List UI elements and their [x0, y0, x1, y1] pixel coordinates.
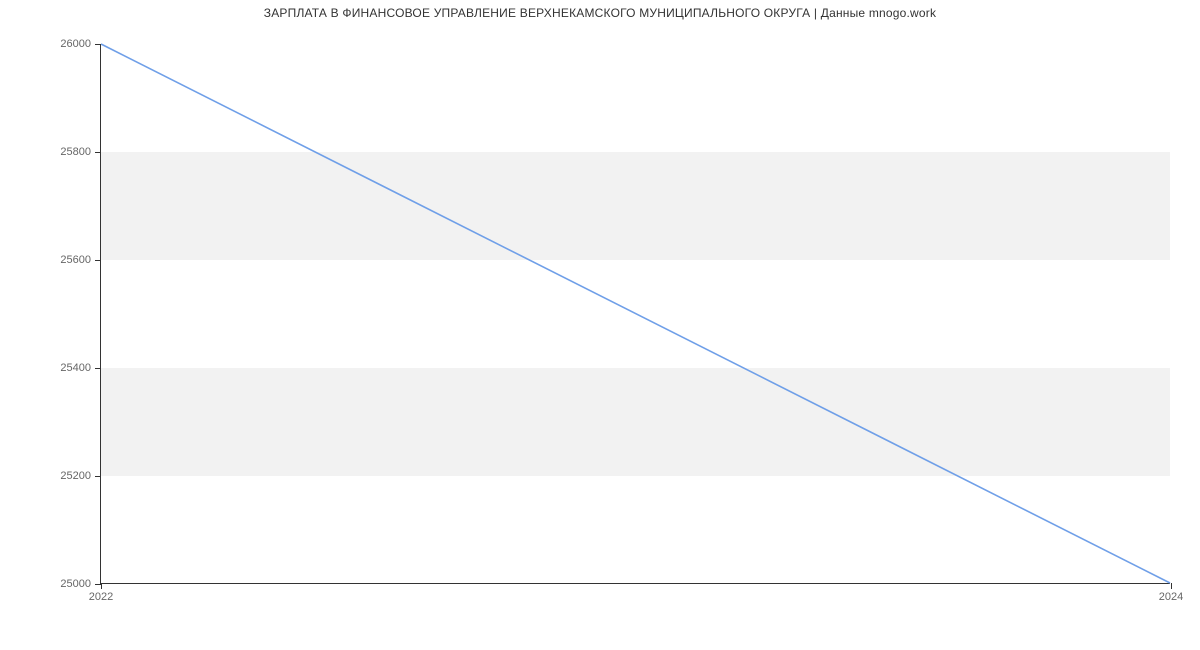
line-layer	[101, 44, 1170, 583]
chart-container: ЗАРПЛАТА В ФИНАНСОВОЕ УПРАВЛЕНИЕ ВЕРХНЕК…	[0, 0, 1200, 650]
chart-title: ЗАРПЛАТА В ФИНАНСОВОЕ УПРАВЛЕНИЕ ВЕРХНЕК…	[0, 6, 1200, 20]
y-tick-label: 26000	[60, 38, 101, 50]
plot-area: 25000252002540025600258002600020222024	[100, 44, 1170, 584]
x-tick-label: 2024	[1159, 583, 1183, 603]
y-tick-label: 25400	[60, 362, 101, 374]
y-tick-label: 25800	[60, 146, 101, 158]
y-tick-label: 25200	[60, 470, 101, 482]
data-line	[101, 44, 1170, 583]
x-tick-label: 2022	[89, 583, 113, 603]
y-tick-label: 25600	[60, 254, 101, 266]
